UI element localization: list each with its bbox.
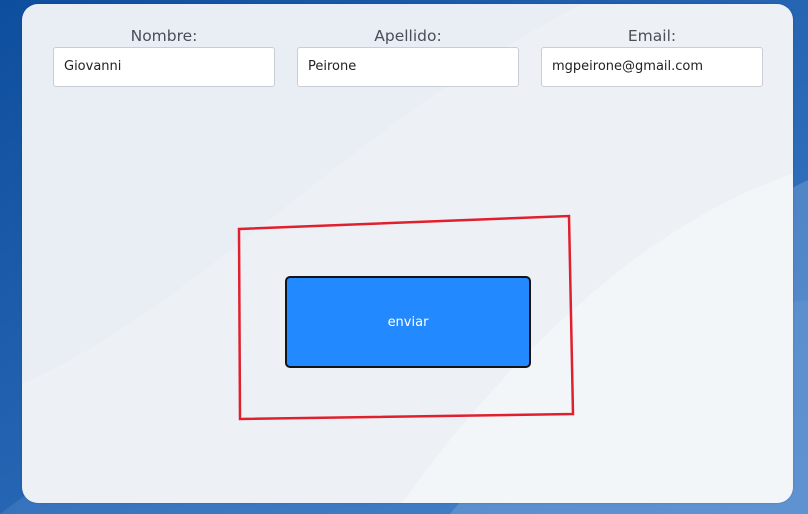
nombre-label: Nombre: bbox=[130, 27, 198, 45]
apellido-input[interactable]: Peirone bbox=[297, 47, 519, 87]
enviar-button[interactable]: enviar bbox=[285, 276, 531, 368]
email-label: Email: bbox=[627, 27, 677, 45]
nombre-input[interactable]: Giovanni bbox=[53, 47, 275, 87]
email-field-group: Email: mgpeirone@gmail.com bbox=[541, 26, 763, 87]
apellido-field-group: Apellido: Peirone bbox=[297, 26, 519, 87]
email-input[interactable]: mgpeirone@gmail.com bbox=[541, 47, 763, 87]
apellido-label: Apellido: bbox=[374, 27, 442, 45]
nombre-field-group: Nombre: Giovanni bbox=[53, 26, 275, 87]
form-card: Nombre: Giovanni Apellido: Peirone Email… bbox=[22, 4, 793, 503]
